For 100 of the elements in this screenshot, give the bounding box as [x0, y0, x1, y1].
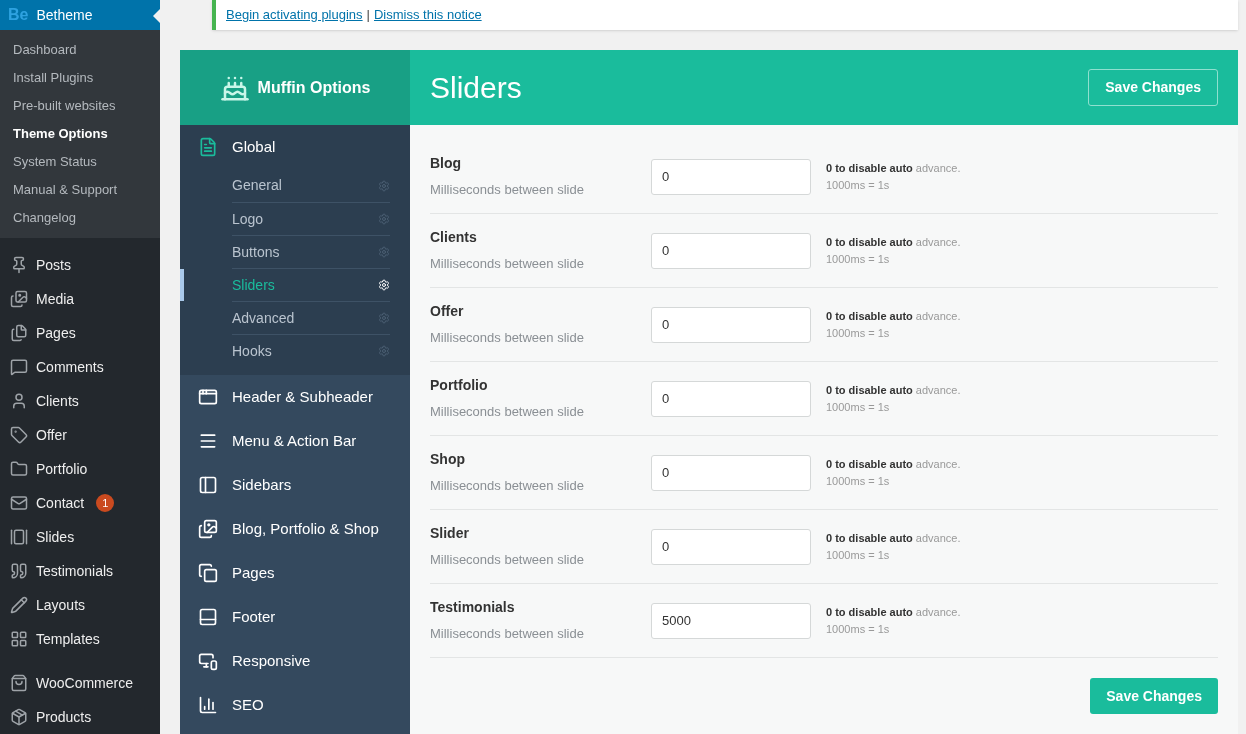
menu-item[interactable]: Portfolio	[0, 452, 160, 486]
field-description: Milliseconds between slide	[430, 551, 585, 570]
box-icon	[10, 708, 28, 726]
hint-text: 0 to disable auto advance.	[826, 235, 961, 250]
devices-icon	[198, 651, 218, 671]
hint-text: 0 to disable auto advance.	[826, 161, 961, 176]
hint-text: 1000ms = 1s	[826, 251, 891, 267]
hint-text: 0 to disable auto advance.	[826, 531, 961, 546]
sidebar-icon	[198, 475, 218, 495]
nav-subitem[interactable]: Hooks	[232, 334, 390, 367]
input-field[interactable]: 0	[651, 454, 811, 491]
hint-text: 0 to disable auto advance.	[826, 457, 961, 472]
nav-subitem[interactable]: Logo	[232, 202, 390, 235]
nav-section[interactable]: Sidebars	[180, 463, 410, 507]
menu-item[interactable]: Layouts	[0, 588, 160, 622]
copy-icon	[198, 563, 218, 583]
nav-section[interactable]: Footer	[180, 595, 410, 639]
chart-icon	[198, 695, 218, 715]
hint-text: 0 to disable auto advance.	[826, 309, 961, 324]
input-field[interactable]: 0	[651, 380, 811, 417]
field-description: Milliseconds between slide	[430, 181, 585, 200]
separator-text: |	[366, 6, 370, 25]
field-description: Milliseconds between slide	[430, 625, 585, 644]
input-field[interactable]: 0	[651, 158, 811, 195]
settings-icon	[378, 345, 390, 357]
document-icon	[198, 137, 218, 157]
field-description: Milliseconds between slide	[430, 477, 585, 496]
mail-icon	[10, 494, 28, 512]
begin-activating-link[interactable]: Begin activating plugins	[226, 5, 363, 25]
user-icon	[10, 392, 28, 410]
field-label: Blog	[430, 154, 463, 174]
submenu-item[interactable]: Manual & Support	[0, 176, 160, 204]
slides-icon	[10, 528, 28, 546]
field-description: Milliseconds between slide	[430, 255, 585, 274]
hint-text: 0 to disable auto advance.	[826, 383, 961, 398]
menu-item[interactable]: Offer	[0, 418, 160, 452]
submenu-item[interactable]: Pre-built websites	[0, 92, 160, 120]
nav-section[interactable]: Responsive	[180, 639, 410, 683]
nav-section[interactable]: Blog, Portfolio & Shop	[180, 507, 410, 551]
menu-icon	[198, 431, 218, 451]
nav-section[interactable]: SEO	[180, 683, 410, 727]
menu-item[interactable]: Media	[0, 282, 160, 316]
menu-item[interactable]: Templates	[0, 622, 160, 656]
menu-item[interactable]: WooCommerce	[0, 666, 160, 700]
settings-icon	[378, 213, 390, 225]
submenu-item[interactable]: Install Plugins	[0, 64, 160, 92]
nav-section[interactable]: Menu & Action Bar	[180, 419, 410, 463]
count-badge: 1	[96, 494, 115, 512]
media-icon	[10, 290, 28, 308]
pencil-icon	[10, 596, 28, 614]
settings-icon	[378, 179, 390, 192]
menu-item[interactable]: Slides	[0, 520, 160, 554]
dismiss-link[interactable]: Dismiss this notice	[374, 5, 482, 25]
hint-text: 1000ms = 1s	[826, 399, 891, 415]
nav-subitem[interactable]: Buttons	[232, 235, 390, 268]
hint-text: 1000ms = 1s	[826, 547, 891, 563]
settings-icon	[378, 279, 390, 291]
quote-icon	[10, 562, 28, 580]
nav-section[interactable]: Global	[180, 125, 410, 169]
field-label: Portfolio	[430, 376, 489, 396]
page-title: Sliders	[430, 70, 522, 106]
nav-subitem[interactable]: Sliders	[232, 268, 390, 301]
hint-text: 1000ms = 1s	[826, 621, 891, 637]
window-icon	[198, 387, 218, 407]
menu-item[interactable]: Pages	[0, 316, 160, 350]
menu-item[interactable]: Products	[0, 700, 160, 734]
menu-item[interactable]: Testimonials	[0, 554, 160, 588]
menu-item[interactable]: Comments	[0, 350, 160, 384]
nav-section[interactable]: Header & Subheader	[180, 375, 410, 419]
folder-icon	[10, 460, 28, 478]
images-icon	[198, 519, 218, 539]
tag-icon	[10, 426, 28, 444]
submenu-item[interactable]: Theme Options	[0, 120, 160, 148]
menu-item[interactable]: Posts	[0, 248, 160, 282]
field-label: Shop	[430, 450, 466, 470]
comment-icon	[10, 358, 28, 376]
field-description: Milliseconds between slide	[430, 329, 585, 348]
nav-section[interactable]: Pages	[180, 551, 410, 595]
shopping-bag-icon	[10, 674, 28, 692]
nav-subitem[interactable]: General	[232, 169, 390, 202]
menu-item[interactable]: Contact 1	[0, 486, 160, 520]
submenu-item[interactable]: Changelog	[0, 204, 160, 232]
submenu-item[interactable]: System Status	[0, 148, 160, 176]
input-field[interactable]: 5000	[651, 602, 811, 639]
hint-text: 1000ms = 1s	[826, 473, 891, 489]
brand-name: Muffin Options	[257, 77, 371, 98]
hint-text: 0 to disable auto advance.	[826, 605, 961, 620]
pages-icon	[10, 324, 28, 342]
nav-subitem[interactable]: Advanced	[232, 301, 390, 334]
input-field[interactable]: 0	[651, 528, 811, 565]
footer-icon	[198, 607, 218, 627]
hint-text: 1000ms = 1s	[826, 177, 891, 193]
input-field[interactable]: 0	[651, 232, 811, 269]
input-field[interactable]: 0	[651, 306, 811, 343]
settings-icon	[378, 312, 390, 324]
submenu-item[interactable]: Dashboard	[0, 36, 160, 64]
menu-item[interactable]: Clients	[0, 384, 160, 418]
field-label: Offer	[430, 302, 465, 322]
active-indicator	[180, 269, 184, 301]
pin-icon	[10, 256, 28, 274]
